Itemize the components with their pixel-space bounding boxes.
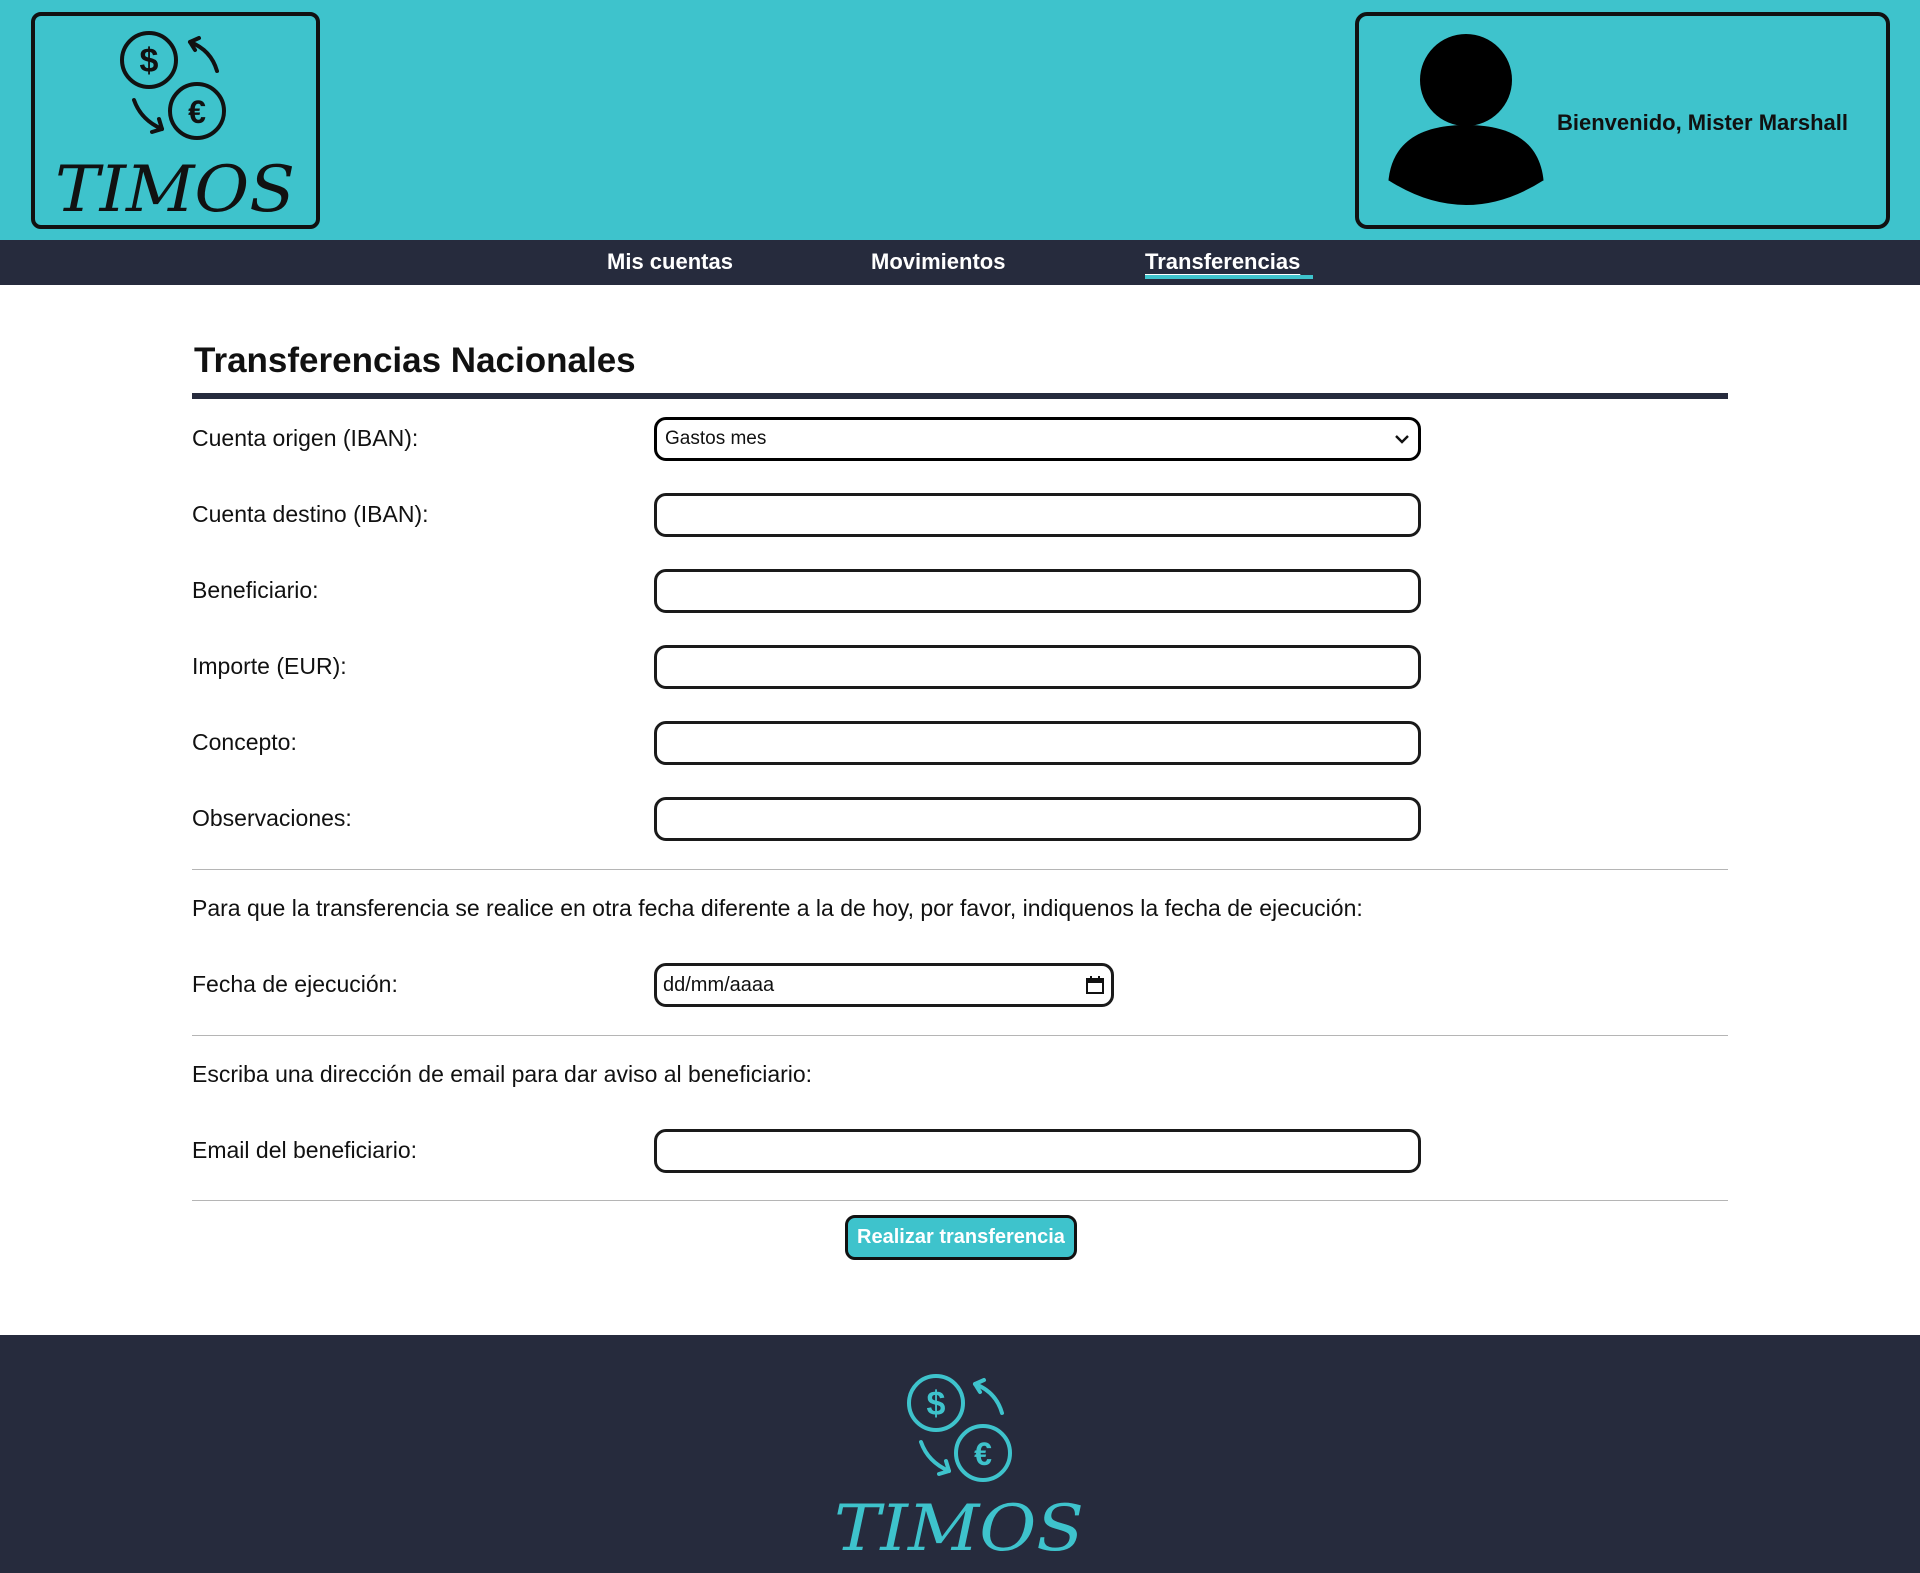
page-title: Transferencias Nacionales (194, 341, 636, 380)
nav-item-movimientos[interactable]: Movimientos (871, 249, 1005, 275)
section-divider (192, 1035, 1728, 1036)
title-divider (192, 393, 1728, 399)
destination-account-input[interactable] (654, 493, 1421, 537)
svg-text:$: $ (927, 1385, 946, 1423)
concept-label: Concepto: (192, 729, 297, 755)
svg-text:€: € (974, 1436, 992, 1472)
svg-text:€: € (188, 94, 206, 130)
footer: $ € TIMOS (0, 1335, 1920, 1573)
execution-date-placeholder: dd/mm/aaaa (663, 973, 775, 996)
nav-item-mis-cuentas[interactable]: Mis cuentas (607, 249, 733, 275)
concept-input[interactable] (654, 721, 1421, 765)
destination-account-label: Cuenta destino (IBAN): (192, 501, 429, 527)
user-avatar-icon (1383, 34, 1549, 210)
footer-logo[interactable]: $ € TIMOS (826, 1345, 1094, 1565)
email-info-text: Escriba una dirección de email para dar … (192, 1061, 813, 1087)
origin-account-label: Cuenta origen (IBAN): (192, 425, 419, 451)
nav-active-indicator (1145, 275, 1313, 279)
brand-wordmark: TIMOS (55, 153, 295, 225)
notes-label: Observaciones: (192, 805, 352, 831)
submit-transfer-button[interactable]: Realizar transferencia (845, 1215, 1077, 1260)
beneficiary-email-label: Email del beneficiario: (192, 1137, 418, 1163)
svg-text:$: $ (140, 42, 159, 80)
brand-logo[interactable]: $ € TIMOS (31, 12, 320, 229)
beneficiary-email-input[interactable] (654, 1129, 1421, 1173)
date-info-text: Para que la transferencia se realice en … (192, 895, 1363, 921)
calendar-icon[interactable] (1085, 975, 1105, 995)
chevron-down-icon (1395, 435, 1409, 444)
beneficiary-label: Beneficiario: (192, 577, 319, 603)
header: $ € TIMOS Bienvenido, Mister Marshall (0, 0, 1920, 240)
execution-date-label: Fecha de ejecución: (192, 971, 398, 997)
section-divider (192, 1200, 1728, 1201)
origin-account-select[interactable]: Gastos mes (654, 417, 1421, 461)
section-divider (192, 869, 1728, 870)
execution-date-input[interactable]: dd/mm/aaaa (654, 963, 1114, 1007)
user-panel: Bienvenido, Mister Marshall (1355, 12, 1890, 229)
amount-label: Importe (EUR): (192, 653, 347, 679)
currency-exchange-icon: $ € TIMOS (55, 31, 295, 225)
currency-exchange-icon: $ € (907, 1374, 1012, 1482)
beneficiary-input[interactable] (654, 569, 1421, 613)
welcome-message: Bienvenido, Mister Marshall (1557, 110, 1848, 135)
notes-input[interactable] (654, 797, 1421, 841)
footer-wordmark: TIMOS (834, 1492, 1084, 1565)
amount-input[interactable] (654, 645, 1421, 689)
nav-item-transferencias[interactable]: Transferencias (1145, 249, 1300, 275)
origin-account-value: Gastos mes (665, 428, 767, 449)
main-nav: Mis cuentas Movimientos Transferencias (0, 240, 1920, 285)
